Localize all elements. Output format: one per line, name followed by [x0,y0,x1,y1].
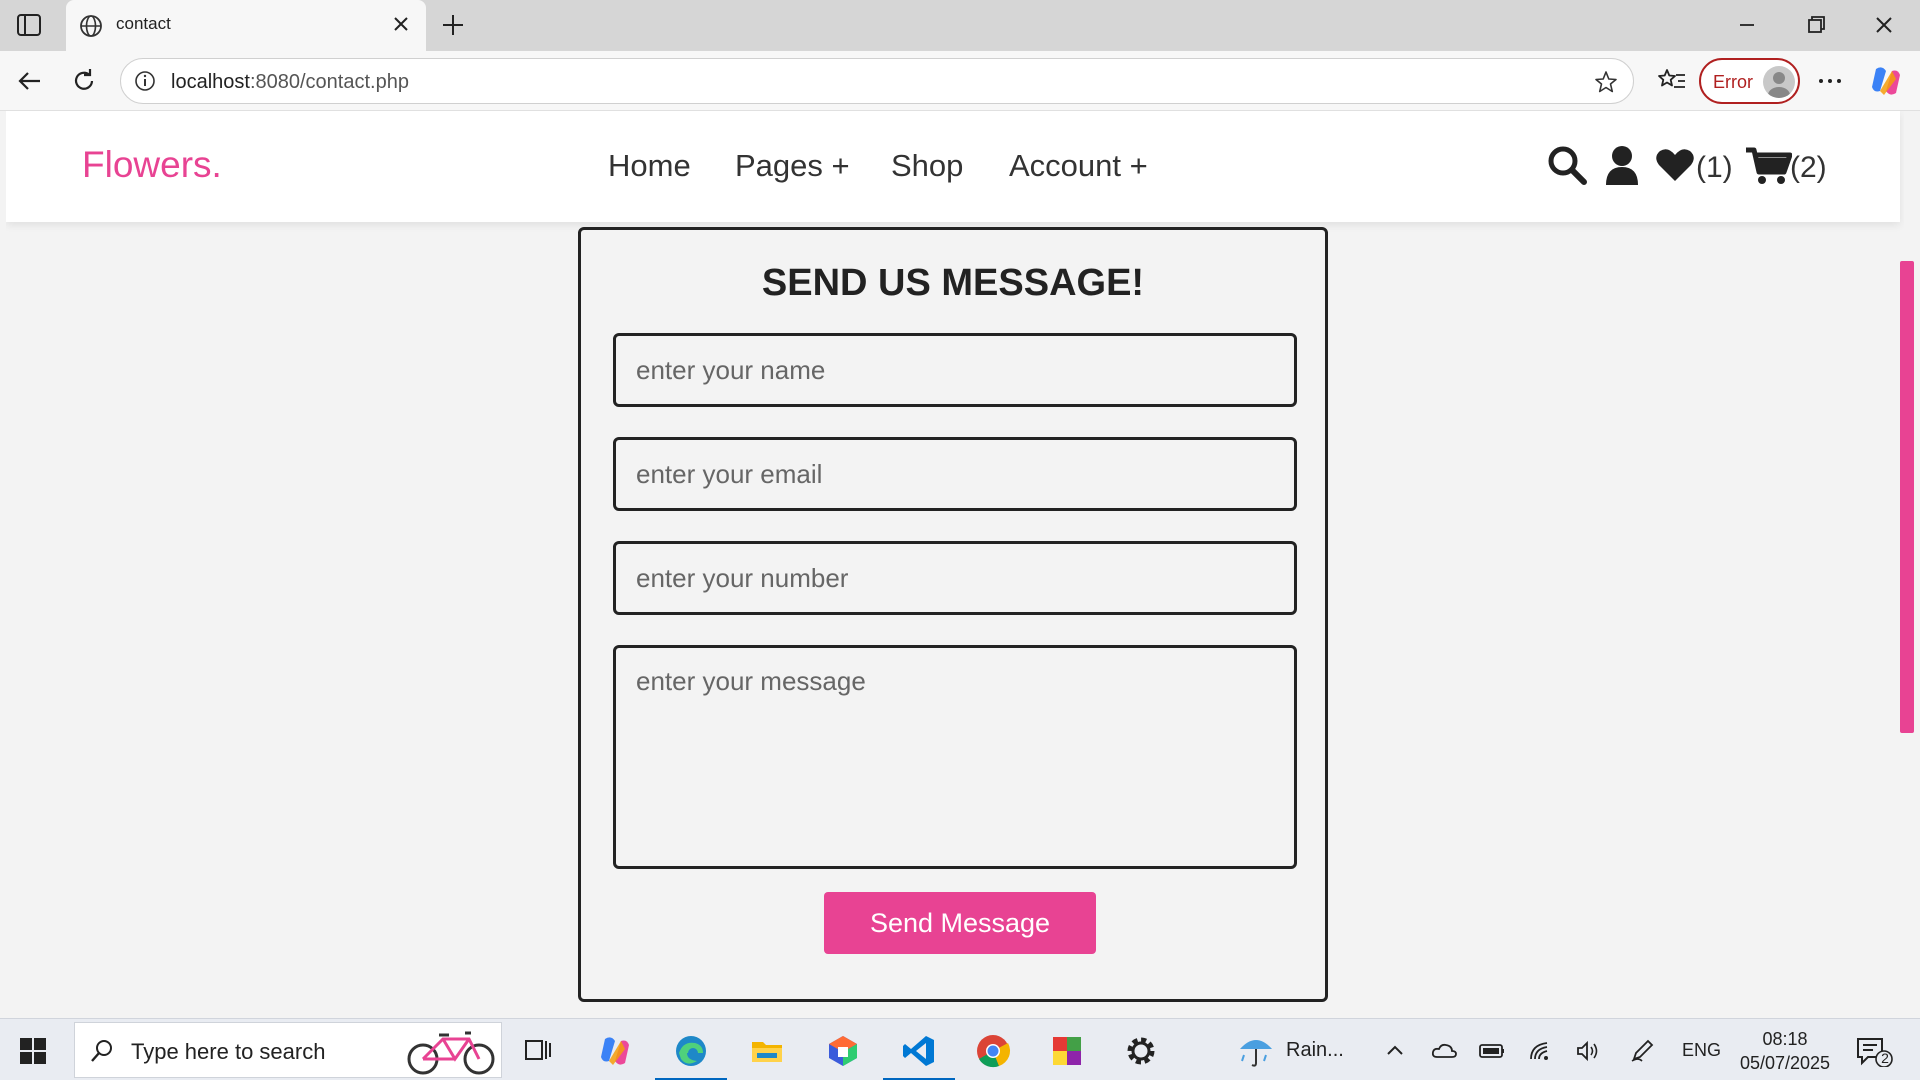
taskbar: Type here to search Rain... ENG 08:18 05… [0,1018,1920,1080]
new-tab-button[interactable] [438,10,468,40]
weather-text: Rain... [1286,1039,1344,1061]
send-message-button[interactable]: Send Message [824,892,1096,954]
more-options-icon[interactable] [1812,63,1848,99]
file-explorer-icon[interactable] [731,1019,803,1080]
site-logo[interactable]: Flowers. [82,144,222,186]
chrome-icon[interactable] [957,1019,1029,1080]
notification-count: 2 [1881,1050,1889,1066]
task-view-icon[interactable] [503,1019,575,1080]
volume-icon[interactable] [1574,1037,1602,1065]
heart-icon[interactable] [1655,147,1695,188]
edge-browser-icon[interactable] [655,1019,727,1080]
close-window-button[interactable] [1866,10,1902,40]
windows-start-icon[interactable] [18,1036,48,1066]
minimize-button[interactable] [1729,10,1765,40]
contact-form: SEND US MESSAGE! Send Message [578,227,1328,1002]
back-button[interactable] [12,63,48,99]
show-hidden-icons-chevron-icon[interactable] [1381,1037,1409,1065]
favorites-icon[interactable] [1654,63,1690,99]
notification-center-icon[interactable]: 2 [1854,1035,1894,1068]
error-label: Error [1713,72,1753,92]
weather-widget[interactable]: Rain... [1236,1029,1356,1071]
wifi-icon[interactable] [1527,1037,1555,1065]
number-input[interactable] [613,541,1297,615]
restore-button[interactable] [1798,10,1834,40]
taskbar-search[interactable]: Type here to search [74,1022,502,1078]
pen-icon[interactable] [1628,1037,1656,1065]
message-textarea[interactable] [613,645,1297,869]
browser-tab-bar: contact [0,0,1920,51]
wishlist-count[interactable]: (1) [1696,151,1733,185]
favorite-star-icon[interactable] [1593,69,1619,95]
form-heading: SEND US MESSAGE! [761,262,1145,304]
name-input[interactable] [613,333,1297,407]
taskbar-search-placeholder: Type here to search [131,1039,326,1064]
address-bar[interactable]: localhost:8080/contact.php [120,58,1634,104]
close-tab-icon[interactable] [388,11,414,37]
cart-count[interactable]: (2) [1790,151,1827,185]
cube-app-icon[interactable] [807,1019,879,1080]
settings-gear-icon[interactable] [1105,1019,1177,1080]
page-scrollbar[interactable] [1900,261,1914,733]
browser-toolbar: localhost:8080/contact.php Error [0,51,1920,111]
site-info-icon[interactable] [133,69,157,93]
onedrive-cloud-icon[interactable] [1430,1037,1458,1065]
globe-icon [78,13,104,39]
bicycle-icon [403,1025,503,1077]
cart-icon[interactable] [1746,146,1793,191]
copilot-app-icon[interactable] [579,1019,651,1080]
copilot-icon[interactable] [1866,61,1906,101]
nav-shop[interactable]: Shop [891,148,963,184]
battery-icon[interactable] [1478,1037,1506,1065]
profile-error-button[interactable]: Error [1699,58,1800,104]
avatar [1763,66,1795,98]
url-text[interactable]: localhost:8080/contact.php [171,71,409,94]
clock-date: 05/07/2025 [1739,1053,1831,1073]
vscode-icon[interactable] [883,1019,955,1080]
email-input[interactable] [613,437,1297,511]
user-icon[interactable] [1604,145,1640,190]
language-indicator[interactable]: ENG [1682,1040,1721,1061]
search-icon[interactable] [1546,144,1588,191]
site-header: Flowers. Home Pages + Shop Account + (1)… [6,111,1900,222]
tab-title: contact [116,14,171,33]
clock[interactable]: 08:18 05/07/2025 [1730,1027,1840,1075]
url-path: :8080/contact.php [249,71,409,93]
url-host: localhost [171,71,250,93]
search-icon [89,1038,115,1064]
nav-home[interactable]: Home [608,148,691,184]
browser-tab[interactable]: contact [66,0,426,51]
web-page: Flowers. Home Pages + Shop Account + (1)… [6,111,1904,1018]
nav-pages[interactable]: Pages + [735,148,850,184]
nav-account[interactable]: Account + [1009,148,1148,184]
winrar-icon[interactable] [1031,1019,1103,1080]
umbrella-rain-icon [1236,1031,1276,1074]
tab-actions-icon[interactable] [14,12,44,38]
reload-button[interactable] [66,63,102,99]
clock-time: 08:18 [1762,1029,1808,1049]
